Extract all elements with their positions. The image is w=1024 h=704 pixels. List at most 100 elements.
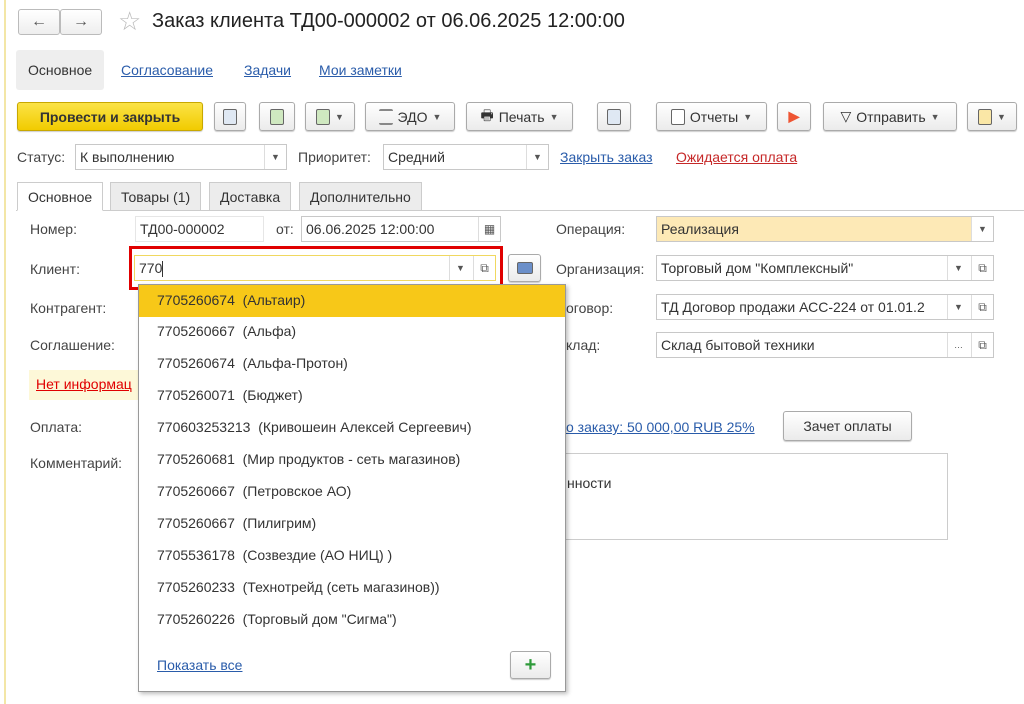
add-client-button[interactable]: + bbox=[510, 651, 551, 679]
dropdown-item[interactable]: 7705260667 (Альфа) bbox=[139, 316, 565, 348]
number-field[interactable]: ТД00-000002 bbox=[135, 216, 264, 242]
document-clock-icon bbox=[978, 108, 993, 125]
edo-button[interactable]: ЭДО ▼ bbox=[365, 102, 455, 131]
card-icon bbox=[516, 262, 533, 274]
print-button[interactable]: 🖶 Печать ▼ bbox=[466, 102, 573, 131]
reports-label: Отчеты bbox=[689, 108, 739, 125]
post-button[interactable] bbox=[259, 102, 295, 131]
send-label: Отправить bbox=[856, 108, 926, 125]
payment-link[interactable]: о заказу: 50 000,00 RUB 25% bbox=[566, 419, 755, 435]
tab-main[interactable]: Основное bbox=[17, 182, 104, 211]
payment-label: Оплата: bbox=[30, 419, 83, 435]
history-button[interactable]: ▼ bbox=[967, 102, 1017, 131]
save-button[interactable] bbox=[214, 102, 246, 131]
client-label: Клиент: bbox=[30, 261, 80, 277]
contract-value: ТД Договор продажи АСС-224 от 01.01.2 bbox=[661, 299, 925, 315]
form-left-border bbox=[4, 0, 6, 704]
awaiting-payment-link[interactable]: Ожидается оплата bbox=[676, 149, 797, 165]
chevron-down-icon: ▼ bbox=[335, 111, 344, 122]
date-field[interactable]: 06.06.2025 12:00:00 ▦ bbox=[301, 216, 501, 242]
open-icon[interactable]: ⧉ bbox=[971, 295, 993, 319]
plus-icon: + bbox=[524, 653, 537, 676]
top-tab-main[interactable]: Основное bbox=[16, 50, 105, 90]
send-button[interactable]: ▽ Отправить ▼ bbox=[823, 102, 957, 131]
chevron-down-icon[interactable]: ▼ bbox=[971, 217, 993, 241]
favorite-star-icon[interactable]: ☆ bbox=[118, 6, 141, 37]
status-select[interactable]: К выполнению ▼ bbox=[75, 144, 287, 170]
reports-button[interactable]: Отчеты ▼ bbox=[656, 102, 767, 131]
edo-label: ЭДО bbox=[397, 108, 428, 125]
organization-value: Торговый дом "Комплексный" bbox=[661, 260, 854, 276]
back-button[interactable]: ← bbox=[18, 9, 60, 35]
warehouse-select[interactable]: Склад бытовой техники … ⧉ bbox=[656, 332, 994, 358]
chevron-down-icon[interactable]: ▼ bbox=[526, 145, 548, 169]
close-order-link[interactable]: Закрыть заказ bbox=[560, 149, 653, 165]
dropdown-item[interactable]: 7705260667 (Петровское АО) bbox=[139, 476, 565, 508]
status-label: Статус: bbox=[17, 149, 66, 165]
operation-select[interactable]: Реализация ▼ bbox=[656, 216, 994, 242]
text-cursor bbox=[162, 261, 164, 278]
dropdown-item[interactable]: 770603253213 (Кривошеин Алексей Сергееви… bbox=[139, 412, 565, 444]
organization-select[interactable]: Торговый дом "Комплексный" ▼ ⧉ bbox=[656, 255, 994, 281]
open-icon[interactable]: ⧉ bbox=[473, 256, 495, 280]
number-label: Номер: bbox=[30, 221, 77, 237]
counterparty-label: Контрагент: bbox=[30, 300, 107, 316]
comment-text: нности bbox=[567, 475, 612, 491]
dropdown-item[interactable]: 7705260674 (Альтаир) bbox=[139, 285, 565, 317]
print-label: Печать bbox=[498, 108, 545, 125]
warehouse-label: клад: bbox=[566, 337, 601, 353]
dropdown-item[interactable]: 7705260233 (Технотрейд (сеть магазинов)) bbox=[139, 572, 565, 604]
client-autocomplete-dropdown: 7705260674 (Альтаир) 7705260667 (Альфа) … bbox=[138, 284, 566, 692]
comment-label: Комментарий: bbox=[30, 455, 123, 471]
agreement-label: Соглашение: bbox=[30, 337, 115, 353]
comment-field[interactable]: нности bbox=[560, 453, 948, 540]
top-tab-notes[interactable]: Мои заметки bbox=[307, 50, 414, 90]
chevron-down-icon[interactable]: ▼ bbox=[264, 145, 286, 169]
calendar-icon[interactable]: ▦ bbox=[478, 217, 500, 241]
dropdown-item[interactable]: 7705260226 (Торговый дом "Сигма") bbox=[139, 604, 565, 636]
client-card-button[interactable] bbox=[508, 254, 541, 282]
send-icon: ▽ bbox=[840, 108, 852, 124]
show-all-link[interactable]: Показать все bbox=[157, 657, 242, 673]
create-based-on-button[interactable]: ▼ bbox=[305, 102, 355, 131]
forward-button[interactable]: → bbox=[60, 9, 102, 35]
post-and-close-button[interactable]: Провести и закрыть bbox=[17, 102, 203, 131]
chevron-down-icon[interactable]: ▼ bbox=[947, 256, 969, 280]
no-info-banner: Нет информац bbox=[29, 370, 139, 400]
payment-offset-button[interactable]: Зачет оплаты bbox=[783, 411, 912, 441]
chevron-down-icon: ▼ bbox=[432, 111, 442, 122]
dropdown-item[interactable]: 7705260681 (Мир продуктов - сеть магазин… bbox=[139, 444, 565, 476]
dropdown-item[interactable]: 7705260667 (Пилигрим) bbox=[139, 508, 565, 540]
more-icon[interactable]: … bbox=[947, 333, 969, 357]
tab-delivery[interactable]: Доставка bbox=[209, 182, 292, 211]
dropdown-item[interactable]: 7705260071 (Бюджет) bbox=[139, 380, 565, 412]
open-icon[interactable]: ⧉ bbox=[971, 333, 993, 357]
operation-value: Реализация bbox=[661, 221, 739, 237]
no-info-link[interactable]: Нет информац bbox=[36, 376, 132, 392]
bitrix-icon: ▶ bbox=[788, 108, 800, 124]
contract-select[interactable]: ТД Договор продажи АСС-224 от 01.01.2 ▼ ⧉ bbox=[656, 294, 994, 320]
chevron-down-icon[interactable]: ▼ bbox=[947, 295, 969, 319]
dropdown-item[interactable]: 7705536178 (Созвездие (АО НИЦ) ) bbox=[139, 540, 565, 572]
chevron-down-icon: ▼ bbox=[997, 111, 1006, 122]
bitrix-button[interactable]: ▶ bbox=[777, 102, 811, 131]
top-tab-tasks[interactable]: Задачи bbox=[232, 50, 303, 90]
dropdown-item[interactable]: 7705260674 (Альфа-Протон) bbox=[139, 348, 565, 380]
chevron-down-icon: ▼ bbox=[930, 111, 940, 122]
chevron-down-icon[interactable]: ▼ bbox=[449, 256, 471, 280]
open-icon[interactable]: ⧉ bbox=[971, 256, 993, 280]
priority-label: Приоритет: bbox=[298, 149, 371, 165]
structure-button[interactable] bbox=[597, 102, 631, 131]
chevron-down-icon: ▼ bbox=[549, 111, 559, 122]
post-document-icon bbox=[270, 108, 284, 125]
client-input-value: 770 bbox=[139, 260, 163, 276]
arrow-left-icon: ← bbox=[31, 13, 47, 30]
top-tab-approval[interactable]: Согласование bbox=[109, 50, 225, 90]
priority-select[interactable]: Средний ▼ bbox=[383, 144, 549, 170]
operation-label: Операция: bbox=[556, 221, 626, 237]
status-value: К выполнению bbox=[80, 149, 175, 165]
tab-additional[interactable]: Дополнительно bbox=[299, 182, 422, 211]
arrow-right-icon: → bbox=[73, 13, 89, 30]
client-input[interactable]: 770 ▼ ⧉ bbox=[134, 255, 496, 281]
tab-goods[interactable]: Товары (1) bbox=[110, 182, 202, 211]
